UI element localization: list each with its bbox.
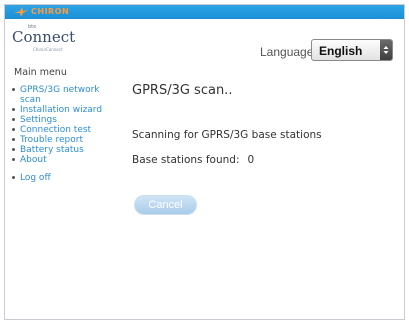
- sidebar: Main menu GPRS/3G network scan Installat…: [11, 67, 121, 183]
- menu-item-log-off[interactable]: Log off: [11, 173, 121, 183]
- menu-spacer: [11, 165, 121, 173]
- logo-text: Connect: [12, 28, 76, 46]
- cancel-button[interactable]: Cancel: [134, 195, 197, 215]
- bullet-icon: [12, 138, 15, 141]
- select-arrow: [380, 40, 392, 60]
- bullet-icon: [12, 176, 15, 179]
- language-value: English: [319, 44, 363, 58]
- bullet-icon: [12, 118, 15, 121]
- menu-item-about[interactable]: About: [11, 155, 121, 165]
- menu-item-installation-wizard[interactable]: Installation wizard: [11, 105, 121, 115]
- scan-status-text: Scanning for GPRS/3G base stations: [132, 129, 322, 141]
- app-window: CHIRON bte Connect ChironConnect Languag…: [4, 4, 405, 320]
- language-select[interactable]: English: [311, 39, 393, 61]
- menu-item-label: Trouble report: [20, 135, 83, 145]
- menu-item-label: About: [20, 155, 47, 165]
- bullet-icon: [12, 128, 15, 131]
- bird-icon: [14, 7, 28, 17]
- bullet-icon: [12, 88, 15, 91]
- main-menu: GPRS/3G network scan Installation wizard…: [11, 85, 121, 183]
- bullet-icon: [12, 108, 15, 111]
- menu-item-settings[interactable]: Settings: [11, 115, 121, 125]
- menu-item-label: Battery status: [20, 145, 84, 155]
- menu-title: Main menu: [14, 67, 67, 78]
- page-title: GPRS/3G scan..: [132, 83, 233, 98]
- menu-item-connection-test[interactable]: Connection test: [11, 125, 121, 135]
- language-label: Language:: [260, 45, 317, 59]
- top-bar: CHIRON: [5, 5, 404, 19]
- connect-logo: bte Connect ChironConnect: [12, 23, 76, 53]
- menu-item-gprs-scan[interactable]: GPRS/3G network scan: [11, 85, 121, 105]
- menu-item-label: Settings: [20, 115, 57, 125]
- menu-item-battery-status[interactable]: Battery status: [11, 145, 121, 155]
- menu-item-label: Connection test: [20, 125, 92, 135]
- found-count: 0: [247, 154, 255, 166]
- brand-logo: CHIRON: [13, 6, 73, 18]
- logo-subtext: ChironConnect: [33, 47, 63, 52]
- chevron-updown-icon: [383, 46, 389, 54]
- menu-item-trouble-report[interactable]: Trouble report: [11, 135, 121, 145]
- menu-item-label: Installation wizard: [20, 105, 103, 115]
- brand-name: CHIRON: [31, 7, 70, 16]
- menu-item-label: GPRS/3G network scan: [20, 85, 100, 105]
- found-label: Base stations found:: [132, 154, 240, 166]
- main-content: GPRS/3G scan.. Scanning for GPRS/3G base…: [132, 67, 402, 307]
- bullet-icon: [12, 148, 15, 151]
- menu-item-label: Log off: [20, 173, 51, 183]
- bullet-icon: [12, 158, 15, 161]
- header: bte Connect ChironConnect Language: Engl…: [5, 19, 404, 65]
- base-stations-found: Base stations found: 0: [132, 154, 254, 166]
